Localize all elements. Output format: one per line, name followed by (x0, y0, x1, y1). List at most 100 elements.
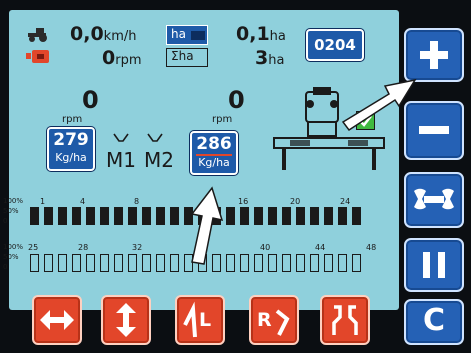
row2-scale-50: 50% (3, 253, 19, 261)
m1-rate-unit: Kg/ha (55, 151, 87, 164)
ha-tag-label: ha (171, 27, 186, 41)
vertical-arrows-button[interactable] (101, 295, 151, 345)
section-cell (254, 207, 263, 225)
section-cell (30, 207, 39, 225)
section-cell (142, 207, 151, 225)
section-cell (338, 254, 347, 272)
area-partial-readout: 0,1ha (236, 23, 286, 45)
m2-rate-value: 286 (196, 134, 232, 154)
wrench-button[interactable] (404, 172, 464, 228)
m2-rpm-value: 0 (228, 86, 245, 114)
section-cell (100, 254, 109, 272)
row2-tick-28: 28 (78, 243, 89, 252)
annotation-arrow-rate (178, 186, 238, 266)
row2-tick-32: 32 (132, 243, 143, 252)
section-cell (114, 207, 123, 225)
area-total-unit: ha (268, 53, 285, 68)
section-cell (128, 254, 137, 272)
vertical-arrows-icon (116, 303, 136, 337)
row2-scale-0: 0 (3, 263, 8, 271)
m1-label: M1 (106, 148, 136, 172)
speed-unit: km/h (103, 29, 137, 44)
field-code-button[interactable]: 0204 (306, 29, 364, 61)
section-cell (254, 254, 263, 272)
section-cell (44, 207, 53, 225)
row1-tick-24: 24 (340, 197, 351, 206)
section-cell (58, 254, 67, 272)
section-cell (72, 254, 81, 272)
section-cell (86, 207, 95, 225)
ha-tag-indicator (191, 31, 205, 40)
section-cell (240, 254, 249, 272)
m2-hopper-icon (147, 133, 163, 143)
row2-scale-100: 100% (3, 243, 24, 251)
section-cell (86, 254, 95, 272)
section-cell (142, 254, 151, 272)
section-cell (156, 254, 165, 272)
row1-scale-0: 0 (3, 217, 8, 225)
row1-tick-20: 20 (290, 197, 301, 206)
pause-icon (423, 252, 445, 278)
m2-label: M2 (144, 148, 174, 172)
row1-scale-100: 100% (3, 197, 24, 205)
m1-hopper-icon (113, 133, 129, 143)
sections-icon (332, 305, 358, 335)
m1-rpm-value: 0 (82, 86, 99, 114)
m2-rate-button[interactable]: 286 Kg/ha (190, 131, 238, 175)
area-total-value: 3 (255, 47, 269, 69)
section-cell (156, 207, 165, 225)
section-cell (44, 254, 53, 272)
wrench-icon (414, 188, 454, 210)
c-button-label: C (422, 303, 446, 338)
annotation-arrow-plus (335, 72, 420, 132)
section-cell (282, 254, 291, 272)
section-cell (352, 254, 361, 272)
section-cell (324, 207, 333, 225)
pause-button[interactable] (404, 238, 464, 292)
m1-rate-button[interactable]: 279 Kg/ha (47, 127, 95, 171)
row1-tick-8: 8 (134, 197, 140, 206)
sum-ha-tag: Σha (166, 48, 208, 67)
c-button[interactable]: C (404, 299, 464, 345)
m2-rpm-unit: rpm (212, 114, 233, 125)
area-partial-value: 0,1 (236, 23, 270, 45)
row2-tick-25: 25 (28, 243, 39, 252)
tractor-icon (26, 27, 50, 42)
left-section-button[interactable]: L (175, 295, 225, 345)
row1-tick-4: 4 (80, 197, 86, 206)
sections-button[interactable] (320, 295, 370, 345)
section-cell (58, 207, 67, 225)
section-cell (114, 254, 123, 272)
row2-tick-48: 48 (366, 243, 377, 252)
section-cell (72, 207, 81, 225)
m2-rate-unit: Kg/ha (198, 156, 230, 169)
horizontal-arrows-icon (40, 310, 74, 330)
section-cell (100, 207, 109, 225)
section-cell (30, 254, 39, 272)
ha-mode-tag: ha (166, 25, 208, 45)
rpm-readout: 0rpm (102, 47, 142, 69)
section-cell (268, 207, 277, 225)
section-cell (310, 254, 319, 272)
section-cell (128, 207, 137, 225)
section-cell (282, 207, 291, 225)
seeder-status-icon (26, 49, 50, 64)
rpm-value: 0 (102, 47, 116, 69)
section-cell (338, 207, 347, 225)
m1-rpm-unit: rpm (62, 114, 83, 125)
section-cell (352, 207, 361, 225)
row1-scale-50: 50% (3, 207, 19, 215)
m1-rate-value: 279 (53, 130, 89, 150)
section-cell (240, 207, 249, 225)
speed-value: 0,0 (70, 23, 104, 45)
sum-ha-label: Σha (171, 49, 194, 63)
left-section-label: L (199, 309, 212, 331)
area-partial-unit: ha (269, 29, 286, 44)
section-cell (296, 207, 305, 225)
section-cell (310, 207, 319, 225)
right-section-button[interactable]: R (249, 295, 299, 345)
section-cell (324, 254, 333, 272)
field-code-label: 0204 (314, 36, 356, 54)
speed-readout: 0,0km/h (70, 23, 136, 45)
horizontal-arrows-button[interactable] (32, 295, 82, 345)
